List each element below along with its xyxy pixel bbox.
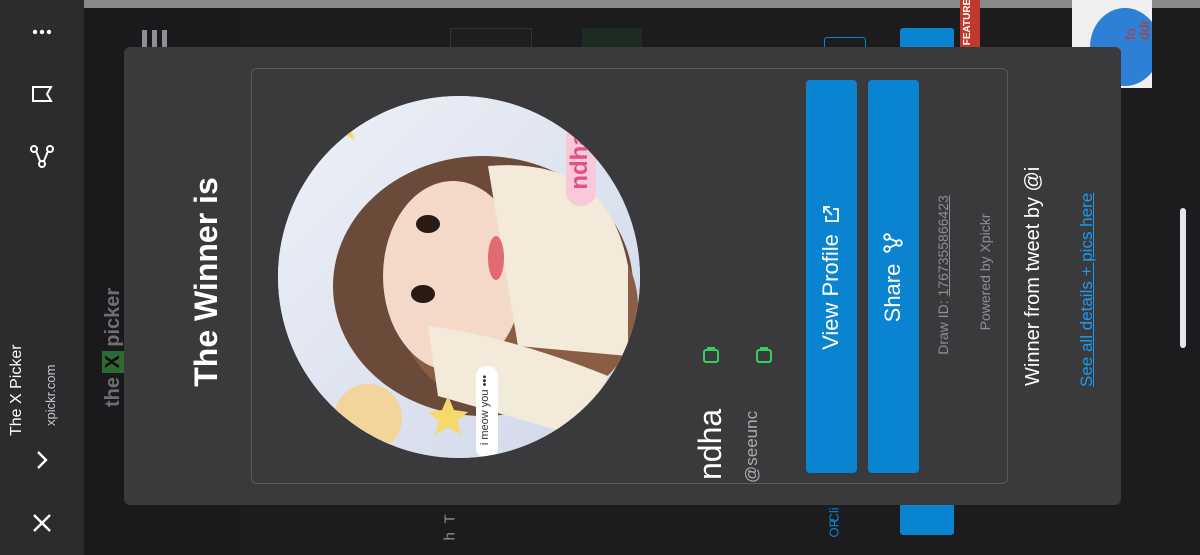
bg-side-link: Cli OR xyxy=(826,507,842,538)
site-title: The X Picker xyxy=(8,344,25,436)
site-url: xpickr.com xyxy=(43,364,58,426)
draw-id: Draw ID: 1767355866423 xyxy=(935,195,951,355)
avatar-sticker: ndha xyxy=(566,116,596,206)
share-button[interactable]: Share xyxy=(868,80,919,473)
bg-logo: the X picker xyxy=(102,287,125,407)
winner-handle: @seeunc xyxy=(742,410,761,483)
verified-icon xyxy=(700,344,722,366)
share-label: Share xyxy=(880,263,905,323)
winner-heading: The Winner is xyxy=(188,177,224,387)
copy-handle-icon[interactable] xyxy=(753,344,775,366)
bg-cell xyxy=(582,28,642,48)
more-icon[interactable] xyxy=(22,12,62,52)
powered-by: Powered by Xpickr xyxy=(977,213,993,331)
avatar-speech-bubble: i meow you ••• xyxy=(479,374,491,446)
close-icon[interactable] xyxy=(22,503,62,543)
winner-avatar: ndha i meow you ••• xyxy=(278,96,640,458)
bg-blue-button xyxy=(900,505,954,535)
share-nodes-icon xyxy=(883,232,903,253)
share-icon[interactable] xyxy=(22,136,62,176)
bg-blue-button xyxy=(900,28,954,48)
bg-side-text: T h xyxy=(441,514,459,541)
feature-badge: FEATURE xyxy=(960,0,980,48)
bookmark-icon[interactable] xyxy=(22,74,62,114)
details-link[interactable]: See all details + pics here xyxy=(1077,147,1099,387)
top-strip xyxy=(84,0,1200,8)
draw-id-value[interactable]: 1767355866423 xyxy=(935,195,951,296)
view-profile-label: View Profile xyxy=(818,234,843,350)
view-profile-button[interactable]: View Profile xyxy=(806,80,857,473)
browser-toolbar: The X Picker xpickr.com xyxy=(0,0,84,555)
scrollbar[interactable] xyxy=(1180,208,1186,348)
chevron-right-icon[interactable] xyxy=(22,440,62,480)
tweet-source: Winner from tweet by @i xyxy=(1022,166,1044,386)
external-link-icon xyxy=(823,206,839,223)
winner-name: ndha xyxy=(692,408,728,480)
